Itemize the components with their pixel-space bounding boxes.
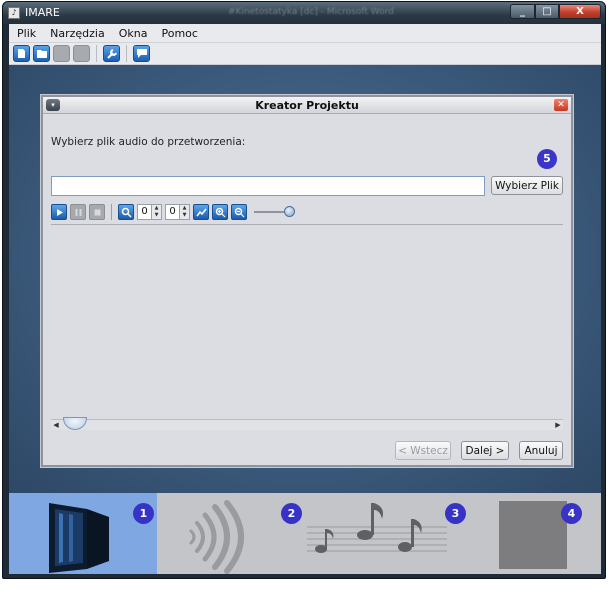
step-4[interactable]: 4 [453,493,601,574]
waveform-top-border [51,224,563,225]
project-wizard-dialog: ▾ Kreator Projektu ✕ Wybierz plik audio … [41,95,573,467]
wizard-steps-strip: 1 2 3 4 [9,493,601,574]
cancel-button[interactable]: Anuluj [519,441,563,460]
stop-icon[interactable] [89,204,105,220]
toolbar-separator [96,45,97,62]
chart-line-icon[interactable] [193,204,209,220]
menu-okna[interactable]: Okna [119,27,148,40]
spinner-2-value: 0 [169,206,176,217]
zoom-in-icon[interactable] [212,204,228,220]
spinner-2[interactable]: 0 ▲ ▼ [165,204,190,220]
app-icon: ♪ [8,7,20,19]
scroll-thumb[interactable] [63,417,87,430]
step-2-badge: 2 [281,503,302,524]
choose-file-button[interactable]: Wybierz Plik [491,176,563,195]
disabled-action-icon[interactable] [73,45,90,62]
dialog-title-bar[interactable]: ▾ Kreator Projektu ✕ [43,97,571,114]
close-button[interactable]: X [559,4,601,19]
step-2[interactable]: 2 [157,493,305,574]
step-5-badge: 5 [537,149,557,169]
controls-separator [111,204,112,220]
disabled-save-icon[interactable] [53,45,70,62]
spinner-1[interactable]: 0 ▲ ▼ [137,204,162,220]
wrench-icon[interactable] [103,45,120,62]
menu-narzedzia[interactable]: Narzędzia [50,27,105,40]
scroll-right-icon[interactable]: ▶ [553,420,563,430]
zoom-slider-knob[interactable] [284,206,295,217]
menu-pomoc[interactable]: Pomoc [161,27,197,40]
minimize-button[interactable]: _ [510,4,535,19]
window-controls: _ □ X [510,4,601,19]
sound-waves-icon [189,500,244,574]
maximize-button[interactable]: □ [535,4,559,19]
toolbar-separator [126,45,127,62]
empty-square-icon [499,501,567,569]
app-window: ♪ IMARE #Kinetostatyka [dc] - Microsoft … [2,1,606,579]
new-file-icon[interactable] [13,45,30,62]
desktop-area: ▾ Kreator Projektu ✕ Wybierz plik audio … [9,65,601,493]
step-4-badge: 4 [561,503,582,524]
back-button[interactable]: < Wstecz [395,441,451,460]
horizontal-scrollbar[interactable]: ◀ ▶ [51,417,563,430]
dialog-title: Kreator Projektu [255,99,359,112]
window-title: IMARE [25,6,60,19]
dialog-close-icon[interactable]: ✕ [554,99,568,111]
spinner-2-arrows[interactable]: ▲ ▼ [179,205,189,219]
music-notes-icon [307,503,447,553]
zoom-slider[interactable] [254,206,295,217]
background-window-title: #Kinetostatyka [dc] - Microsoft Word [228,7,394,17]
menu-bar: Plik Narzędzia Okna Pomoc [9,24,601,43]
step-1-badge: 1 [133,503,154,524]
tablet-device-icon [49,503,109,573]
audio-controls: 0 ▲ ▼ 0 ▲ ▼ [51,203,563,221]
chat-icon[interactable] [133,45,150,62]
title-bar[interactable]: ♪ IMARE #Kinetostatyka [dc] - Microsoft … [3,2,605,24]
open-folder-icon[interactable] [33,45,50,62]
zoom-out-icon[interactable] [231,204,247,220]
play-icon[interactable] [51,204,67,220]
toolbar [9,43,601,65]
spinner-1-arrows[interactable]: ▲ ▼ [151,205,161,219]
file-prompt-label: Wybierz plik audio do przetworzenia: [51,136,246,148]
audio-file-input[interactable] [51,176,485,196]
spinner-1-value: 0 [141,206,148,217]
step-1[interactable]: 1 [9,493,157,574]
menu-plik[interactable]: Plik [17,27,36,40]
pause-icon[interactable] [70,204,86,220]
scroll-left-icon[interactable]: ◀ [51,420,61,430]
zoom-settings-icon[interactable] [118,204,134,220]
next-button[interactable]: Dalej > [461,441,509,460]
step-3[interactable]: 3 [305,493,466,574]
